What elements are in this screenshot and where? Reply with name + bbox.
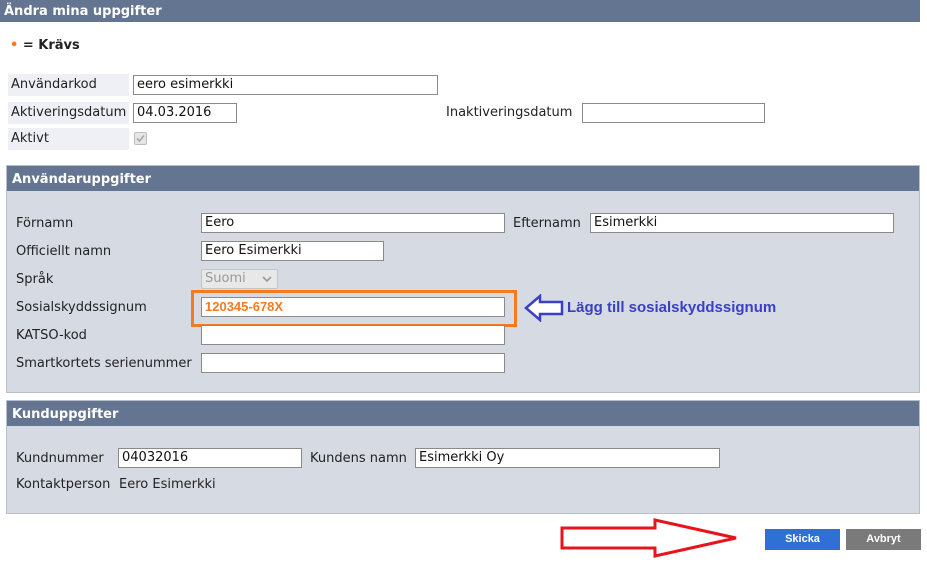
page-title: Ändra mina uppgifter <box>4 4 162 19</box>
customer-info-title: Kunduppgifter <box>7 401 919 426</box>
ssn-input[interactable]: 120345-678X <box>201 297 505 317</box>
checkmark-icon <box>136 134 145 143</box>
contact-person-label: Kontaktperson <box>16 477 111 492</box>
arrow-right-icon <box>560 518 737 558</box>
arrow-left-icon <box>524 294 564 322</box>
required-text: = Krävs <box>22 38 80 53</box>
official-name-label: Officiellt namn <box>16 244 112 259</box>
cancel-button[interactable]: Avbryt <box>846 529 921 550</box>
language-label: Språk <box>16 272 54 287</box>
customer-number-input[interactable]: 04032016 <box>118 448 302 468</box>
katso-input[interactable] <box>201 325 505 345</box>
official-name-input[interactable]: Eero Esimerkki <box>201 241 384 261</box>
username-input[interactable]: eero esimerkki <box>133 75 438 95</box>
contact-person-value: Eero Esimerkki <box>119 477 216 492</box>
activation-date-input[interactable]: 04.03.2016 <box>133 103 237 123</box>
ssn-label: Sosialskyddssignum <box>16 300 147 315</box>
smartcard-label: Smartkortets serienummer <box>16 356 192 371</box>
chevron-down-icon <box>262 276 272 283</box>
katso-label: KATSO-kod <box>16 328 87 343</box>
lastname-input[interactable]: Esimerkki <box>590 213 894 233</box>
lastname-label: Efternamn <box>513 216 581 231</box>
inactivation-date-label: Inaktiveringsdatum <box>446 105 573 120</box>
language-value: Suomi <box>205 271 246 286</box>
customer-name-input[interactable]: Esimerkki Oy <box>415 448 720 468</box>
firstname-input[interactable]: Eero <box>201 213 505 233</box>
customer-name-label: Kundens namn <box>310 451 407 466</box>
submit-button[interactable]: Skicka <box>765 529 840 550</box>
user-info-title: Användaruppgifter <box>7 166 919 191</box>
smartcard-input[interactable] <box>201 353 505 373</box>
firstname-label: Förnamn <box>16 216 74 231</box>
activation-date-label: Aktiveringsdatum <box>8 102 129 124</box>
active-checkbox[interactable] <box>134 132 147 145</box>
active-label: Aktivt <box>8 128 129 150</box>
language-select[interactable]: Suomi <box>201 269 278 289</box>
required-bullet: • <box>10 38 19 53</box>
page-header: Ändra mina uppgifter <box>0 0 920 22</box>
ssn-annotation: Lägg till sosialskyddssignum <box>567 299 777 316</box>
customer-number-label: Kundnummer <box>16 451 104 466</box>
required-note: • = Krävs <box>10 38 80 53</box>
username-label: Användarkod <box>8 74 129 96</box>
inactivation-date-input[interactable] <box>582 103 765 123</box>
